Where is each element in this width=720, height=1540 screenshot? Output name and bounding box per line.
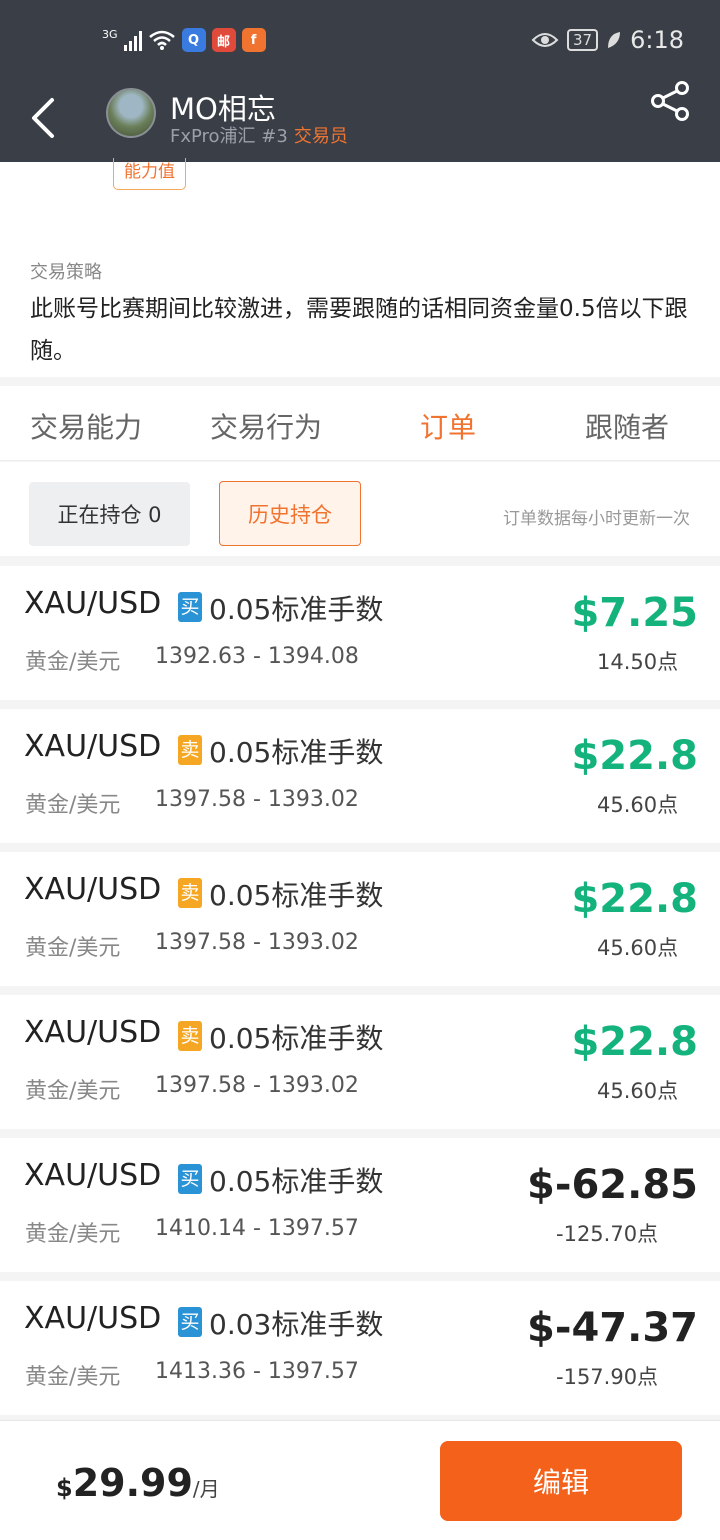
order-item[interactable]: XAU/USD 卖 0.05标准手数 黄金/美元 1397.58 - 1393.… <box>0 852 720 986</box>
app-icon-mail: 邮 <box>211 28 236 52</box>
strategy-label: 交易策略 <box>30 262 102 283</box>
sell-badge: 卖 <box>178 878 202 908</box>
subscription-price: $29.99/月 <box>56 1461 220 1505</box>
clock: 6:18 <box>630 26 684 54</box>
order-symbol: XAU/USD <box>24 1301 162 1336</box>
buy-badge: 买 <box>178 592 202 622</box>
price-unit: /月 <box>192 1477 220 1501</box>
wifi-icon <box>148 30 175 50</box>
tab-followers[interactable]: 跟随者 <box>585 406 669 446</box>
app-icon-f: f <box>241 28 266 52</box>
strategy-text: 此账号比赛期间比较激进，需要跟随的话相同资金量0.5倍以下跟随。 <box>30 296 688 364</box>
tab-bar: 交易能力 交易行为 订单 跟随者 <box>0 386 720 461</box>
order-pnl: $-62.85 <box>527 1162 698 1208</box>
order-item[interactable]: XAU/USD 买 0.05标准手数 黄金/美元 1410.14 - 1397.… <box>0 1138 720 1272</box>
edit-button[interactable]: 编辑 <box>440 1441 682 1521</box>
order-symbol: XAU/USD <box>24 729 162 764</box>
order-price-range: 1413.36 - 1397.57 <box>155 1359 359 1384</box>
order-pips: -125.70点 <box>556 1222 659 1246</box>
app-icon-q: Q <box>181 28 206 52</box>
update-note: 订单数据每小时更新一次 <box>503 509 690 529</box>
order-pnl: $22.8 <box>571 876 698 922</box>
order-lots: 0.05标准手数 <box>209 1165 384 1198</box>
order-pips: 45.60点 <box>597 936 679 960</box>
subscription-footer: $29.99/月 编辑 <box>0 1420 720 1540</box>
price-currency: $ <box>56 1474 73 1502</box>
eye-icon <box>531 33 559 47</box>
avatar[interactable] <box>106 88 156 138</box>
order-pnl: $22.8 <box>571 733 698 779</box>
order-price-range: 1397.58 - 1393.02 <box>155 1073 359 1098</box>
order-pnl: $7.25 <box>571 590 698 636</box>
app-header: 3G Q 邮 f 37 6:18 MO相忘 FxPro浦汇 #3 交易员 <box>0 0 720 162</box>
sell-badge: 卖 <box>178 735 202 765</box>
order-name: 黄金/美元 <box>25 1079 121 1104</box>
open-positions-button[interactable]: 正在持仓 0 <box>29 482 190 546</box>
order-filter-bar: 正在持仓 0 历史持仓 订单数据每小时更新一次 <box>0 462 720 556</box>
order-name: 黄金/美元 <box>25 936 121 961</box>
order-item[interactable]: XAU/USD 卖 0.05标准手数 黄金/美元 1397.58 - 1393.… <box>0 995 720 1129</box>
order-pnl: $22.8 <box>571 1019 698 1065</box>
order-name: 黄金/美元 <box>25 650 121 675</box>
order-item[interactable]: XAU/USD 买 0.05标准手数 黄金/美元 1392.63 - 1394.… <box>0 566 720 700</box>
buy-badge: 买 <box>178 1307 202 1337</box>
order-pips: 45.60点 <box>597 1079 679 1103</box>
order-symbol: XAU/USD <box>24 1015 162 1050</box>
price-amount: 29.99 <box>72 1461 193 1505</box>
role-label: 交易员 <box>293 126 348 147</box>
order-pips: 14.50点 <box>597 650 679 674</box>
status-left: 3G Q 邮 f <box>102 28 266 52</box>
order-lots: 0.05标准手数 <box>209 879 384 912</box>
tab-orders[interactable]: 订单 <box>420 406 476 446</box>
broker-label: FxPro浦汇 #3 <box>170 126 288 147</box>
order-price-range: 1397.58 - 1393.02 <box>155 930 359 955</box>
back-arrow-icon[interactable] <box>26 96 60 140</box>
order-lots: 0.03标准手数 <box>209 1308 384 1341</box>
order-name: 黄金/美元 <box>25 1222 121 1247</box>
sell-badge: 卖 <box>178 1021 202 1051</box>
order-symbol: XAU/USD <box>24 586 162 621</box>
battery-indicator: 37 <box>567 29 599 51</box>
order-name: 黄金/美元 <box>25 793 121 818</box>
order-price-range: 1392.63 - 1394.08 <box>155 644 359 669</box>
share-icon[interactable] <box>650 80 692 122</box>
network-type: 3G <box>102 27 118 41</box>
history-positions-button[interactable]: 历史持仓 <box>219 481 361 546</box>
order-symbol: XAU/USD <box>24 1158 162 1193</box>
order-name: 黄金/美元 <box>25 1365 121 1390</box>
strategy-section: 能力值 交易策略 此账号比赛期间比较激进，需要跟随的话相同资金量0.5倍以下跟随… <box>0 158 720 377</box>
ability-tag[interactable]: 能力值 <box>113 158 186 190</box>
tab-trading-ability[interactable]: 交易能力 <box>30 406 142 446</box>
order-lots: 0.05标准手数 <box>209 1022 384 1055</box>
order-symbol: XAU/USD <box>24 872 162 907</box>
order-item[interactable]: XAU/USD 卖 0.05标准手数 黄金/美元 1397.58 - 1393.… <box>0 709 720 843</box>
signal-icon <box>123 29 142 51</box>
order-list: XAU/USD 买 0.05标准手数 黄金/美元 1392.63 - 1394.… <box>0 566 720 1424</box>
buy-badge: 买 <box>178 1164 202 1194</box>
order-pnl: $-47.37 <box>527 1305 698 1351</box>
order-item[interactable]: XAU/USD 买 0.03标准手数 黄金/美元 1413.36 - 1397.… <box>0 1281 720 1415</box>
status-bar: 3G Q 邮 f 37 6:18 <box>0 0 720 80</box>
leaf-icon <box>608 32 621 48</box>
order-price-range: 1397.58 - 1393.02 <box>155 787 359 812</box>
order-price-range: 1410.14 - 1397.57 <box>155 1216 359 1241</box>
tab-trading-behavior[interactable]: 交易行为 <box>210 406 322 446</box>
order-lots: 0.05标准手数 <box>209 736 384 769</box>
order-lots: 0.05标准手数 <box>209 593 384 626</box>
trader-subtitle: FxPro浦汇 #3 交易员 <box>170 122 348 148</box>
order-pips: 45.60点 <box>597 793 679 817</box>
order-pips: -157.90点 <box>556 1365 659 1389</box>
status-right: 37 6:18 <box>531 26 684 54</box>
